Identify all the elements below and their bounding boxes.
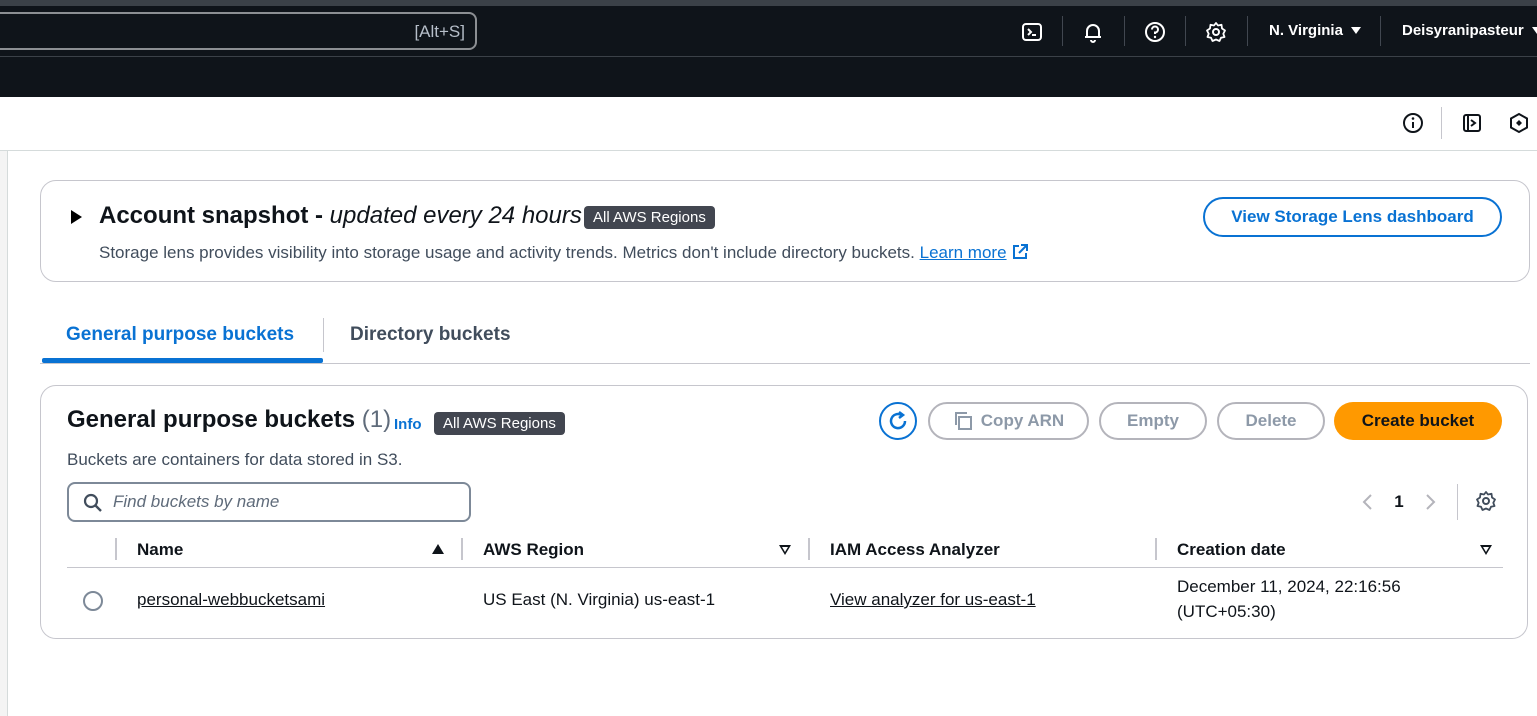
search-input[interactable]	[113, 490, 453, 514]
notifications-bell-icon[interactable]	[1080, 19, 1106, 45]
create-bucket-button[interactable]: Create bucket	[1334, 402, 1502, 440]
bucket-name-link[interactable]: personal-webbucketsami	[137, 590, 325, 610]
secondary-navigation-bar	[0, 56, 1537, 97]
column-header-region[interactable]: AWS Region	[483, 540, 584, 560]
bucket-region: US East (N. Virginia) us-east-1	[483, 590, 716, 609]
refresh-icon	[889, 411, 907, 430]
previous-page-icon[interactable]	[1357, 490, 1377, 514]
region-selector[interactable]: N. Virginia	[1269, 22, 1361, 39]
snapshot-title[interactable]: Account snapshot - updated every 24 hour…	[99, 202, 582, 230]
pagination: 1	[1357, 490, 1441, 514]
row-select-radio[interactable]	[83, 591, 103, 611]
regions-badge: All AWS Regions	[584, 206, 715, 229]
empty-button[interactable]: Empty	[1099, 402, 1207, 440]
search-shortcut-hint: [Alt+S]	[414, 22, 465, 41]
creation-date-timezone: (UTC+05:30)	[1177, 602, 1276, 621]
chevron-down-icon	[1350, 27, 1361, 34]
creation-date: December 11, 2024, 22:16:56	[1177, 577, 1401, 596]
region-label: N. Virginia	[1269, 22, 1343, 39]
account-menu[interactable]: Deisyranipasteur	[1402, 22, 1537, 39]
delete-button[interactable]: Delete	[1217, 402, 1325, 440]
table-row: personal-webbucketsami US East (N. Virgi…	[67, 569, 1503, 633]
top-navigation-bar: [Alt+S] N. Virginia Deisyranipasteur	[0, 0, 1537, 56]
chevron-down-icon	[1531, 27, 1537, 34]
sort-icon[interactable]	[1480, 545, 1492, 555]
general-purpose-buckets-panel: General purpose buckets (1) Info All AWS…	[40, 385, 1528, 639]
buckets-heading: General purpose buckets (1)	[67, 406, 392, 433]
table-preferences-gear-icon[interactable]	[1475, 490, 1497, 517]
bucket-count: (1)	[361, 406, 392, 433]
tab-general-purpose-buckets[interactable]: General purpose buckets	[66, 324, 294, 346]
column-header-iam-analyzer[interactable]: IAM Access Analyzer	[830, 540, 1000, 560]
view-analyzer-link[interactable]: View analyzer for us-east-1	[830, 590, 1036, 610]
global-search-input[interactable]: [Alt+S]	[0, 12, 477, 50]
learn-more-link[interactable]: Learn more	[920, 243, 1029, 262]
help-icon[interactable]	[1142, 19, 1168, 45]
snapshot-description: Storage lens provides visibility into st…	[99, 243, 1029, 263]
bucket-type-tabs: General purpose buckets Directory bucket…	[40, 312, 1530, 364]
copy-icon	[954, 412, 972, 430]
tab-directory-buckets[interactable]: Directory buckets	[350, 324, 511, 346]
settings-gear-icon[interactable]	[1203, 19, 1229, 45]
regions-badge: All AWS Regions	[434, 412, 565, 435]
sort-ascending-icon[interactable]	[432, 544, 444, 554]
find-buckets-search[interactable]	[67, 482, 471, 522]
external-link-icon	[1012, 244, 1028, 259]
search-icon	[83, 493, 102, 512]
assistant-icon[interactable]	[1507, 111, 1531, 135]
refresh-button[interactable]	[879, 402, 917, 440]
next-page-icon[interactable]	[1421, 490, 1441, 514]
buckets-description: Buckets are containers for data stored i…	[67, 450, 403, 469]
cloudshell-icon[interactable]	[1019, 19, 1045, 45]
info-icon[interactable]	[1401, 111, 1425, 135]
page-tools-bar	[0, 97, 1537, 151]
sort-icon[interactable]	[779, 545, 791, 555]
column-header-creation-date[interactable]: Creation date	[1177, 540, 1286, 560]
account-snapshot-panel: Account snapshot - updated every 24 hour…	[40, 180, 1530, 282]
side-panel-icon[interactable]	[1460, 111, 1484, 135]
current-page[interactable]: 1	[1377, 492, 1421, 512]
column-header-name[interactable]: Name	[137, 540, 183, 560]
active-tab-indicator	[42, 358, 323, 363]
account-name: Deisyranipasteur	[1402, 22, 1524, 39]
info-link[interactable]: Info	[394, 416, 422, 433]
copy-arn-button[interactable]: Copy ARN	[928, 402, 1089, 440]
side-navigation-edge[interactable]	[0, 151, 8, 716]
view-storage-lens-button[interactable]: View Storage Lens dashboard	[1203, 197, 1502, 237]
table-header: Name AWS Region IAM Access Analyzer Crea…	[67, 534, 1503, 568]
expand-caret-icon[interactable]	[71, 210, 82, 224]
